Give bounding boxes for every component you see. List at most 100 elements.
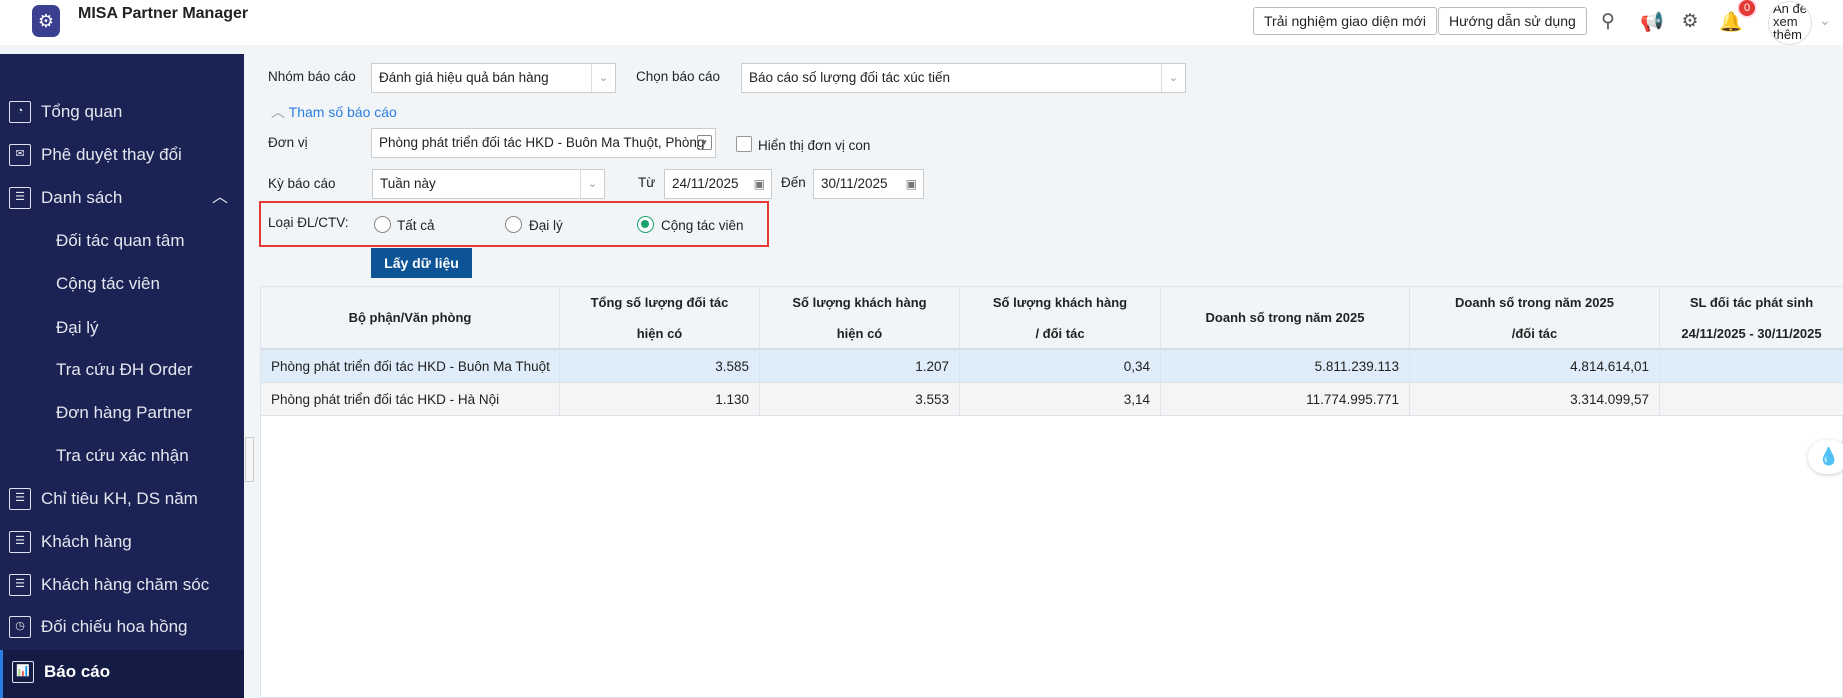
to-date-input[interactable]: 30/11/2025 ▣ xyxy=(813,169,924,199)
column-header-text: /đối tác xyxy=(1511,325,1558,341)
sidebar-item[interactable]: ✉ Phê duyệt thay đổi xyxy=(0,133,244,176)
try-new-ui-button[interactable]: Trải nghiệm giao diện mới xyxy=(1253,7,1437,35)
sidebar-collapse-handle[interactable] xyxy=(245,437,254,482)
column-header: Doanh số trong năm 2025/đối tác xyxy=(1410,287,1660,350)
show-child-units-label: Hiển thị đơn vị con xyxy=(758,138,871,153)
sidebar-item[interactable]: Đơn hàng Partner xyxy=(0,391,244,434)
table-cell[interactable] xyxy=(1660,350,1843,383)
sidebar-item-label: Khách hàng xyxy=(41,532,132,551)
radio-agency-label: Đại lý xyxy=(529,218,563,233)
sidebar-item[interactable]: ☰ Khách hàng xyxy=(0,520,244,563)
sidebar-item-label: Đơn hàng Partner xyxy=(56,403,192,422)
radio-all[interactable] xyxy=(374,216,391,233)
chevron-down-icon: ⌄ xyxy=(591,64,615,92)
user-avatar[interactable]: Ẩn để xem thêm xyxy=(1768,1,1812,45)
sidebar-item[interactable]: ☰ Khách hàng chăm sóc xyxy=(0,563,244,606)
partner-type-label: Loại ĐL/CTV: xyxy=(268,215,349,230)
sidebar-item[interactable]: Tra cứu ĐH Order xyxy=(0,348,244,391)
sidebar-item-label: Đại lý xyxy=(56,318,99,337)
chevron-up-icon[interactable]: ︿ xyxy=(212,176,228,219)
radio-collaborator[interactable] xyxy=(637,216,654,233)
sidebar-item-label: Tổng quan xyxy=(41,102,123,121)
radio-agency[interactable] xyxy=(505,216,522,233)
sidebar-item-label: Đối tác quan tâm xyxy=(56,231,185,250)
report-params-toggle[interactable]: ︿ Tham số báo cáo xyxy=(271,102,397,122)
calendar-icon[interactable]: ▣ xyxy=(906,170,917,198)
column-header-text: Doanh số trong năm 2025 xyxy=(1455,294,1614,310)
user-guide-button[interactable]: Hướng dẫn sử dụng xyxy=(1438,7,1587,35)
sidebar-item[interactable]: Cộng tác viên xyxy=(0,262,244,305)
from-date-input[interactable]: 24/11/2025 ▣ xyxy=(664,169,772,199)
table-cell[interactable]: 4.814.614,01 xyxy=(1410,350,1660,383)
list-icon: ☰ xyxy=(9,488,31,510)
sidebar-item-label: Danh sách xyxy=(41,188,123,207)
megaphone-icon[interactable]: 📢 xyxy=(1640,10,1664,34)
column-header-text: Tổng số lượng đối tác xyxy=(590,294,729,310)
from-date-value: 24/11/2025 xyxy=(672,176,739,191)
table-cell[interactable]: 0,34 xyxy=(960,350,1161,383)
dropdown-icon: ▾ xyxy=(697,135,712,150)
search-icon[interactable]: ⚲ xyxy=(1596,10,1620,33)
report-select[interactable]: Báo cáo số lượng đối tác xúc tiến ⌄ xyxy=(741,63,1186,93)
table-cell[interactable]: 3.314.099,57 xyxy=(1410,383,1660,416)
app-logo-icon[interactable]: ⚙ xyxy=(32,5,60,37)
report-group-value: Đánh giá hiệu quả bán hàng xyxy=(379,70,549,85)
unit-select[interactable]: Phòng phát triển đối tác HKD - Buôn Ma T… xyxy=(371,128,716,158)
list-icon: ☰ xyxy=(9,531,31,553)
table-cell[interactable] xyxy=(1660,383,1843,416)
sidebar-item[interactable]: ☰ Chỉ tiêu KH, DS năm xyxy=(0,477,244,520)
notification-badge: 0 xyxy=(1739,0,1755,16)
column-header-text: hiện có xyxy=(636,325,683,341)
column-header-text: Doanh số trong năm 2025 xyxy=(1205,310,1365,325)
gear-icon[interactable]: ⚙ xyxy=(1678,10,1702,33)
chevron-down-icon: ⌄ xyxy=(1161,64,1185,92)
column-header-text: Số lượng khách hàng xyxy=(792,294,927,310)
report-icon: 📊 xyxy=(12,661,34,683)
sidebar-item[interactable]: Tra cứu xác nhận xyxy=(0,434,244,477)
table-cell[interactable]: 3.585 xyxy=(560,350,760,383)
fetch-data-button[interactable]: Lấy dữ liệu xyxy=(371,248,472,278)
list-icon: ☰ xyxy=(9,187,31,209)
table-cell[interactable]: Phòng phát triển đối tác HKD - Buôn Ma T… xyxy=(261,350,560,383)
table-cell[interactable]: 11.774.995.771 xyxy=(1161,383,1410,416)
sidebar-item[interactable]: ☰ Danh sách ︿ xyxy=(0,176,244,219)
dashboard-icon: ◔ xyxy=(9,101,31,123)
sidebar-item[interactable]: ◷ Đối chiếu hoa hồng xyxy=(0,605,244,648)
sidebar-item[interactable]: Đối tác quan tâm xyxy=(0,219,244,262)
show-child-units-checkbox[interactable] xyxy=(736,136,752,152)
to-date-value: 30/11/2025 xyxy=(821,176,888,191)
sidebar-item-label: Phê duyệt thay đổi xyxy=(41,145,182,164)
calendar-icon[interactable]: ▣ xyxy=(754,170,765,198)
sidebar-item[interactable]: Đại lý xyxy=(0,306,244,349)
table-cell[interactable]: 5.811.239.113 xyxy=(1161,350,1410,383)
column-header: Doanh số trong năm 2025 xyxy=(1161,287,1410,350)
table-cell[interactable]: Phòng phát triển đối tác HKD - Hà Nội xyxy=(261,383,560,416)
mail-icon: ✉ xyxy=(9,144,31,166)
sidebar-item-label: Tra cứu ĐH Order xyxy=(56,360,193,379)
period-select[interactable]: Tuần này ⌄ xyxy=(372,169,605,199)
column-header: Tổng số lượng đối tác hiện có xyxy=(560,287,760,350)
column-header-text: hiện có xyxy=(836,325,883,341)
column-header-text: 24/11/2025 - 30/11/2025 xyxy=(1681,325,1822,341)
app-title: MISA Partner Manager xyxy=(78,5,249,22)
report-params-label: Tham số báo cáo xyxy=(288,104,397,120)
to-label: Đến xyxy=(781,175,806,190)
table-cell[interactable]: 3.553 xyxy=(760,383,960,416)
sidebar-item[interactable]: ◔ Tổng quan xyxy=(0,90,244,133)
sidebar-item[interactable]: 📊 Báo cáo xyxy=(0,650,244,698)
clock-icon: ◷ xyxy=(9,616,31,638)
sidebar-item-label: Đối chiếu hoa hồng xyxy=(41,617,188,636)
column-header: Số lượng khách hàng hiện có xyxy=(760,287,960,350)
column-header: Bộ phận/Văn phòng xyxy=(261,287,560,350)
report-group-select[interactable]: Đánh giá hiệu quả bán hàng ⌄ xyxy=(371,63,616,93)
chevron-down-icon[interactable]: ⌄ xyxy=(1819,12,1831,29)
table-cell[interactable]: 1.207 xyxy=(760,350,960,383)
table-cell[interactable]: 1.130 xyxy=(560,383,760,416)
period-value: Tuần này xyxy=(380,176,436,191)
bell-icon[interactable]: 🔔 xyxy=(1719,10,1743,34)
list-icon: ☰ xyxy=(9,574,31,596)
droplet-sparkle-icon[interactable]: 💧 xyxy=(1808,440,1843,474)
report-select-label: Chọn báo cáo xyxy=(636,69,721,84)
radio-collaborator-label: Cộng tác viên xyxy=(661,218,744,233)
table-cell[interactable]: 3,14 xyxy=(960,383,1161,416)
